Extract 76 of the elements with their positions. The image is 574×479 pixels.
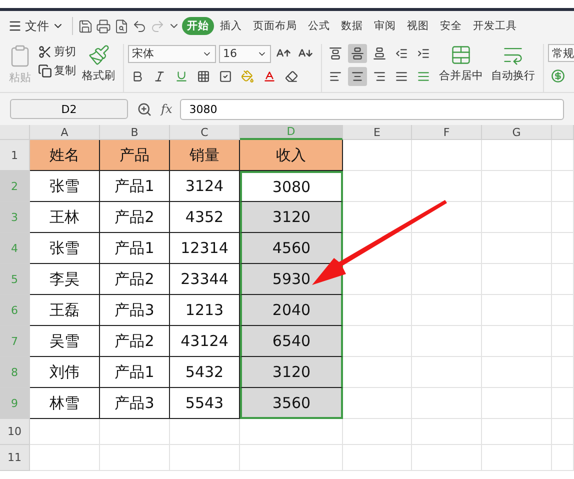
table-cell: 4560 bbox=[240, 233, 343, 264]
table-cell: 3080 bbox=[240, 171, 343, 202]
merge-icon bbox=[450, 44, 472, 66]
table-cell: 产品2 bbox=[100, 326, 170, 357]
paintbrush-icon bbox=[88, 44, 110, 66]
table-cell: 王磊 bbox=[30, 295, 100, 326]
table-cell: 张雪 bbox=[30, 171, 100, 202]
header-cell: 产品 bbox=[100, 140, 170, 171]
menu-icon bbox=[8, 19, 22, 33]
column-header[interactable]: C bbox=[170, 125, 240, 140]
wrap-text-button[interactable]: 自动换行 bbox=[489, 44, 537, 92]
table-cell: 产品1 bbox=[100, 357, 170, 388]
column-header[interactable]: F bbox=[412, 125, 482, 140]
column-header[interactable]: G bbox=[482, 125, 552, 140]
ribbon-tab[interactable]: 公式 bbox=[303, 17, 335, 35]
zoom-icon[interactable] bbox=[136, 100, 153, 118]
table-cell: 5930 bbox=[240, 264, 343, 295]
row-header[interactable]: 10 bbox=[0, 419, 30, 445]
ribbon-tab[interactable]: 审阅 bbox=[369, 17, 401, 35]
table-cell: 6540 bbox=[240, 326, 343, 357]
table-cell: 林雪 bbox=[30, 388, 100, 419]
table-cell: 产品2 bbox=[100, 202, 170, 233]
column-header[interactable]: A bbox=[30, 125, 100, 140]
print-preview-icon[interactable] bbox=[113, 18, 130, 34]
header-cell: 销量 bbox=[170, 140, 240, 171]
formula-field[interactable]: 3080 bbox=[180, 98, 564, 120]
scissors-icon bbox=[38, 44, 52, 58]
row-header[interactable]: 11 bbox=[0, 445, 30, 471]
align-middle-icon[interactable] bbox=[348, 44, 367, 63]
table-cell: 23344 bbox=[170, 264, 240, 295]
table-cell: 产品3 bbox=[100, 388, 170, 419]
table-cell: 吴雪 bbox=[30, 326, 100, 357]
column-header[interactable]: E bbox=[343, 125, 412, 140]
save-icon[interactable] bbox=[77, 18, 94, 34]
table-cell: 刘伟 bbox=[30, 357, 100, 388]
table-cell: 5543 bbox=[170, 388, 240, 419]
table-cell: 3124 bbox=[170, 171, 240, 202]
table-cell: 5432 bbox=[170, 357, 240, 388]
fx-label: fx bbox=[161, 102, 172, 116]
table-cell: 43124 bbox=[170, 326, 240, 357]
ribbon-tab[interactable]: 插入 bbox=[215, 17, 247, 35]
ribbon-tab[interactable]: 开发工具 bbox=[468, 17, 522, 35]
table-cell: 产品2 bbox=[100, 264, 170, 295]
copy-button[interactable]: 复制 bbox=[38, 63, 76, 78]
table-cell: 王林 bbox=[30, 202, 100, 233]
column-header[interactable]: B bbox=[100, 125, 170, 140]
ribbon-tab[interactable]: 数据 bbox=[336, 17, 368, 35]
ribbon-tab[interactable]: 视图 bbox=[402, 17, 434, 35]
table-cell: 4352 bbox=[170, 202, 240, 233]
name-box[interactable]: D2 bbox=[10, 99, 128, 119]
number-format-field[interactable]: 常规 bbox=[548, 44, 574, 62]
table-cell: 产品1 bbox=[100, 233, 170, 264]
font-size-field[interactable]: 16 bbox=[219, 44, 271, 62]
table-cell: 3120 bbox=[240, 357, 343, 388]
printer-icon[interactable] bbox=[95, 18, 112, 34]
table-cell: 3120 bbox=[240, 202, 343, 233]
table-cell: 产品1 bbox=[100, 171, 170, 202]
table-cell: 1213 bbox=[170, 295, 240, 326]
copy-icon bbox=[38, 64, 52, 78]
header-cell: 收入 bbox=[240, 140, 343, 171]
cut-button[interactable]: 剪切 bbox=[38, 44, 76, 59]
file-menu[interactable]: 文件 bbox=[4, 18, 68, 34]
table-cell: 李昊 bbox=[30, 264, 100, 295]
table-cell: 2040 bbox=[240, 295, 343, 326]
font-name-field[interactable]: 宋体 bbox=[128, 44, 216, 62]
row-header[interactable]: 1 bbox=[0, 140, 30, 171]
format-painter-button[interactable]: 格式刷 bbox=[80, 44, 117, 92]
align-center-icon[interactable] bbox=[348, 67, 367, 86]
table-cell: 张雪 bbox=[30, 233, 100, 264]
table-cell: 12314 bbox=[170, 233, 240, 264]
merge-center-button[interactable]: 合并居中 bbox=[437, 44, 485, 92]
header-cell: 姓名 bbox=[30, 140, 100, 171]
table-cell: 产品3 bbox=[100, 295, 170, 326]
ribbon-tab[interactable]: 安全 bbox=[435, 17, 467, 35]
table-cell: 3560 bbox=[240, 388, 343, 419]
ribbon-tab[interactable]: 页面布局 bbox=[248, 17, 302, 35]
